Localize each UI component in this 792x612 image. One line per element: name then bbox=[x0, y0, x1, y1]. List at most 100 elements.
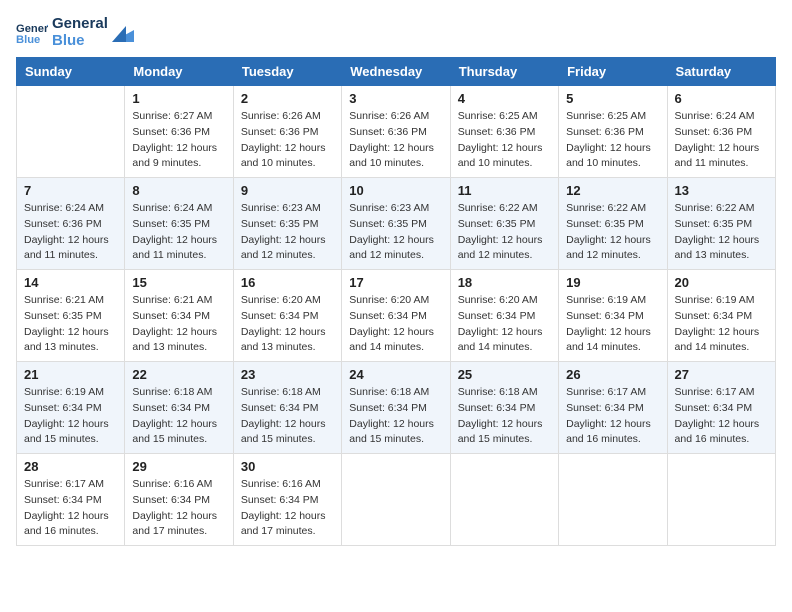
calendar-week-row: 21Sunrise: 6:19 AM Sunset: 6:34 PM Dayli… bbox=[17, 362, 776, 454]
calendar-cell: 13 Sunrise: 6:22 AM Sunset: 6:35 PM Dayli… bbox=[667, 178, 775, 270]
day-info: Sunrise: 6:22 AM Sunset: 6:35 PM Dayligh… bbox=[458, 201, 551, 264]
day-info: Sunrise: 6:22 AM Sunset: 6:35 PM Dayligh… bbox=[675, 201, 768, 264]
day-number: 18 bbox=[458, 275, 551, 290]
calendar-cell: 28Sunrise: 6:17 AM Sunset: 6:34 PM Dayli… bbox=[17, 454, 125, 546]
calendar-cell: 20 Sunrise: 6:19 AM Sunset: 6:34 PM Dayli… bbox=[667, 270, 775, 362]
day-number: 4 bbox=[458, 91, 551, 106]
calendar-cell: 4 Sunrise: 6:25 AM Sunset: 6:36 PM Daylig… bbox=[450, 86, 558, 178]
day-info: Sunrise: 6:19 AM Sunset: 6:34 PM Dayligh… bbox=[675, 293, 768, 356]
logo-bird-icon bbox=[112, 24, 134, 42]
day-info: Sunrise: 6:21 AM Sunset: 6:35 PM Dayligh… bbox=[24, 293, 117, 356]
day-number: 13 bbox=[675, 183, 768, 198]
day-info: Sunrise: 6:18 AM Sunset: 6:34 PM Dayligh… bbox=[132, 385, 225, 448]
calendar-cell bbox=[667, 454, 775, 546]
calendar-cell: 27 Sunrise: 6:17 AM Sunset: 6:34 PM Dayli… bbox=[667, 362, 775, 454]
day-number: 26 bbox=[566, 367, 659, 382]
calendar-week-row: 14 Sunrise: 6:21 AM Sunset: 6:35 PM Dayli… bbox=[17, 270, 776, 362]
day-info: Sunrise: 6:23 AM Sunset: 6:35 PM Dayligh… bbox=[349, 201, 442, 264]
calendar-cell: 6 Sunrise: 6:24 AM Sunset: 6:36 PM Daylig… bbox=[667, 86, 775, 178]
calendar-cell: 25 Sunrise: 6:18 AM Sunset: 6:34 PM Dayli… bbox=[450, 362, 558, 454]
calendar-cell: 7Sunrise: 6:24 AM Sunset: 6:36 PM Daylig… bbox=[17, 178, 125, 270]
day-number: 24 bbox=[349, 367, 442, 382]
logo-line2: Blue bbox=[52, 33, 108, 50]
calendar-cell: 1 Sunrise: 6:27 AM Sunset: 6:36 PM Daylig… bbox=[125, 86, 233, 178]
day-info: Sunrise: 6:25 AM Sunset: 6:36 PM Dayligh… bbox=[458, 109, 551, 172]
day-number: 23 bbox=[241, 367, 334, 382]
svg-text:Blue: Blue bbox=[16, 34, 40, 46]
calendar-cell: 3Sunrise: 6:26 AM Sunset: 6:36 PM Daylig… bbox=[342, 86, 450, 178]
calendar-cell: 30 Sunrise: 6:16 AM Sunset: 6:34 PM Dayli… bbox=[233, 454, 341, 546]
day-info: Sunrise: 6:24 AM Sunset: 6:36 PM Dayligh… bbox=[675, 109, 768, 172]
day-number: 5 bbox=[566, 91, 659, 106]
day-info: Sunrise: 6:20 AM Sunset: 6:34 PM Dayligh… bbox=[241, 293, 334, 356]
day-info: Sunrise: 6:16 AM Sunset: 6:34 PM Dayligh… bbox=[132, 477, 225, 540]
calendar-cell: 15 Sunrise: 6:21 AM Sunset: 6:34 PM Dayli… bbox=[125, 270, 233, 362]
day-number: 9 bbox=[241, 183, 334, 198]
day-info: Sunrise: 6:25 AM Sunset: 6:36 PM Dayligh… bbox=[566, 109, 659, 172]
calendar-cell: 8 Sunrise: 6:24 AM Sunset: 6:35 PM Daylig… bbox=[125, 178, 233, 270]
day-info: Sunrise: 6:24 AM Sunset: 6:35 PM Dayligh… bbox=[132, 201, 225, 264]
col-header-wednesday: Wednesday bbox=[342, 58, 450, 86]
calendar-cell bbox=[17, 86, 125, 178]
day-info: Sunrise: 6:19 AM Sunset: 6:34 PM Dayligh… bbox=[24, 385, 117, 448]
calendar-cell: 26 Sunrise: 6:17 AM Sunset: 6:34 PM Dayli… bbox=[559, 362, 667, 454]
calendar-cell: 24 Sunrise: 6:18 AM Sunset: 6:34 PM Dayli… bbox=[342, 362, 450, 454]
day-number: 1 bbox=[132, 91, 225, 106]
calendar-cell: 29 Sunrise: 6:16 AM Sunset: 6:34 PM Dayli… bbox=[125, 454, 233, 546]
day-info: Sunrise: 6:18 AM Sunset: 6:34 PM Dayligh… bbox=[458, 385, 551, 448]
day-number: 20 bbox=[675, 275, 768, 290]
day-info: Sunrise: 6:23 AM Sunset: 6:35 PM Dayligh… bbox=[241, 201, 334, 264]
day-number: 14 bbox=[24, 275, 117, 290]
col-header-tuesday: Tuesday bbox=[233, 58, 341, 86]
day-number: 17 bbox=[349, 275, 442, 290]
day-info: Sunrise: 6:26 AM Sunset: 6:36 PM Dayligh… bbox=[241, 109, 334, 172]
day-number: 27 bbox=[675, 367, 768, 382]
day-info: Sunrise: 6:20 AM Sunset: 6:34 PM Dayligh… bbox=[458, 293, 551, 356]
day-info: Sunrise: 6:17 AM Sunset: 6:34 PM Dayligh… bbox=[566, 385, 659, 448]
calendar-cell: 21Sunrise: 6:19 AM Sunset: 6:34 PM Dayli… bbox=[17, 362, 125, 454]
day-number: 22 bbox=[132, 367, 225, 382]
day-number: 10 bbox=[349, 183, 442, 198]
calendar-cell bbox=[342, 454, 450, 546]
calendar-cell: 9 Sunrise: 6:23 AM Sunset: 6:35 PM Daylig… bbox=[233, 178, 341, 270]
col-header-saturday: Saturday bbox=[667, 58, 775, 86]
day-number: 15 bbox=[132, 275, 225, 290]
calendar-cell: 5 Sunrise: 6:25 AM Sunset: 6:36 PM Daylig… bbox=[559, 86, 667, 178]
col-header-sunday: Sunday bbox=[17, 58, 125, 86]
day-info: Sunrise: 6:22 AM Sunset: 6:35 PM Dayligh… bbox=[566, 201, 659, 264]
calendar-week-row: 28Sunrise: 6:17 AM Sunset: 6:34 PM Dayli… bbox=[17, 454, 776, 546]
day-info: Sunrise: 6:17 AM Sunset: 6:34 PM Dayligh… bbox=[675, 385, 768, 448]
calendar-week-row: 7Sunrise: 6:24 AM Sunset: 6:36 PM Daylig… bbox=[17, 178, 776, 270]
page-header: General Blue General Blue bbox=[16, 16, 776, 49]
calendar-cell: 23 Sunrise: 6:18 AM Sunset: 6:34 PM Dayli… bbox=[233, 362, 341, 454]
calendar-cell: 14 Sunrise: 6:21 AM Sunset: 6:35 PM Dayli… bbox=[17, 270, 125, 362]
day-number: 28 bbox=[24, 459, 117, 474]
day-info: Sunrise: 6:18 AM Sunset: 6:34 PM Dayligh… bbox=[241, 385, 334, 448]
day-number: 25 bbox=[458, 367, 551, 382]
logo-icon: General Blue bbox=[16, 19, 48, 47]
col-header-thursday: Thursday bbox=[450, 58, 558, 86]
calendar-header-row: SundayMondayTuesdayWednesdayThursdayFrid… bbox=[17, 58, 776, 86]
day-info: Sunrise: 6:21 AM Sunset: 6:34 PM Dayligh… bbox=[132, 293, 225, 356]
calendar-cell: 19Sunrise: 6:19 AM Sunset: 6:34 PM Dayli… bbox=[559, 270, 667, 362]
calendar-cell: 12Sunrise: 6:22 AM Sunset: 6:35 PM Dayli… bbox=[559, 178, 667, 270]
day-info: Sunrise: 6:27 AM Sunset: 6:36 PM Dayligh… bbox=[132, 109, 225, 172]
day-number: 8 bbox=[132, 183, 225, 198]
day-number: 30 bbox=[241, 459, 334, 474]
calendar-cell: 16 Sunrise: 6:20 AM Sunset: 6:34 PM Dayli… bbox=[233, 270, 341, 362]
day-number: 16 bbox=[241, 275, 334, 290]
day-number: 6 bbox=[675, 91, 768, 106]
calendar-week-row: 1 Sunrise: 6:27 AM Sunset: 6:36 PM Daylig… bbox=[17, 86, 776, 178]
logo-line1: General bbox=[52, 16, 108, 33]
day-number: 29 bbox=[132, 459, 225, 474]
col-header-monday: Monday bbox=[125, 58, 233, 86]
calendar-table: SundayMondayTuesdayWednesdayThursdayFrid… bbox=[16, 57, 776, 546]
logo: General Blue General Blue bbox=[16, 16, 134, 49]
day-number: 11 bbox=[458, 183, 551, 198]
svg-text:General: General bbox=[16, 22, 48, 34]
calendar-cell: 17Sunrise: 6:20 AM Sunset: 6:34 PM Dayli… bbox=[342, 270, 450, 362]
calendar-cell: 18 Sunrise: 6:20 AM Sunset: 6:34 PM Dayli… bbox=[450, 270, 558, 362]
calendar-cell: 22 Sunrise: 6:18 AM Sunset: 6:34 PM Dayli… bbox=[125, 362, 233, 454]
day-info: Sunrise: 6:16 AM Sunset: 6:34 PM Dayligh… bbox=[241, 477, 334, 540]
day-info: Sunrise: 6:18 AM Sunset: 6:34 PM Dayligh… bbox=[349, 385, 442, 448]
